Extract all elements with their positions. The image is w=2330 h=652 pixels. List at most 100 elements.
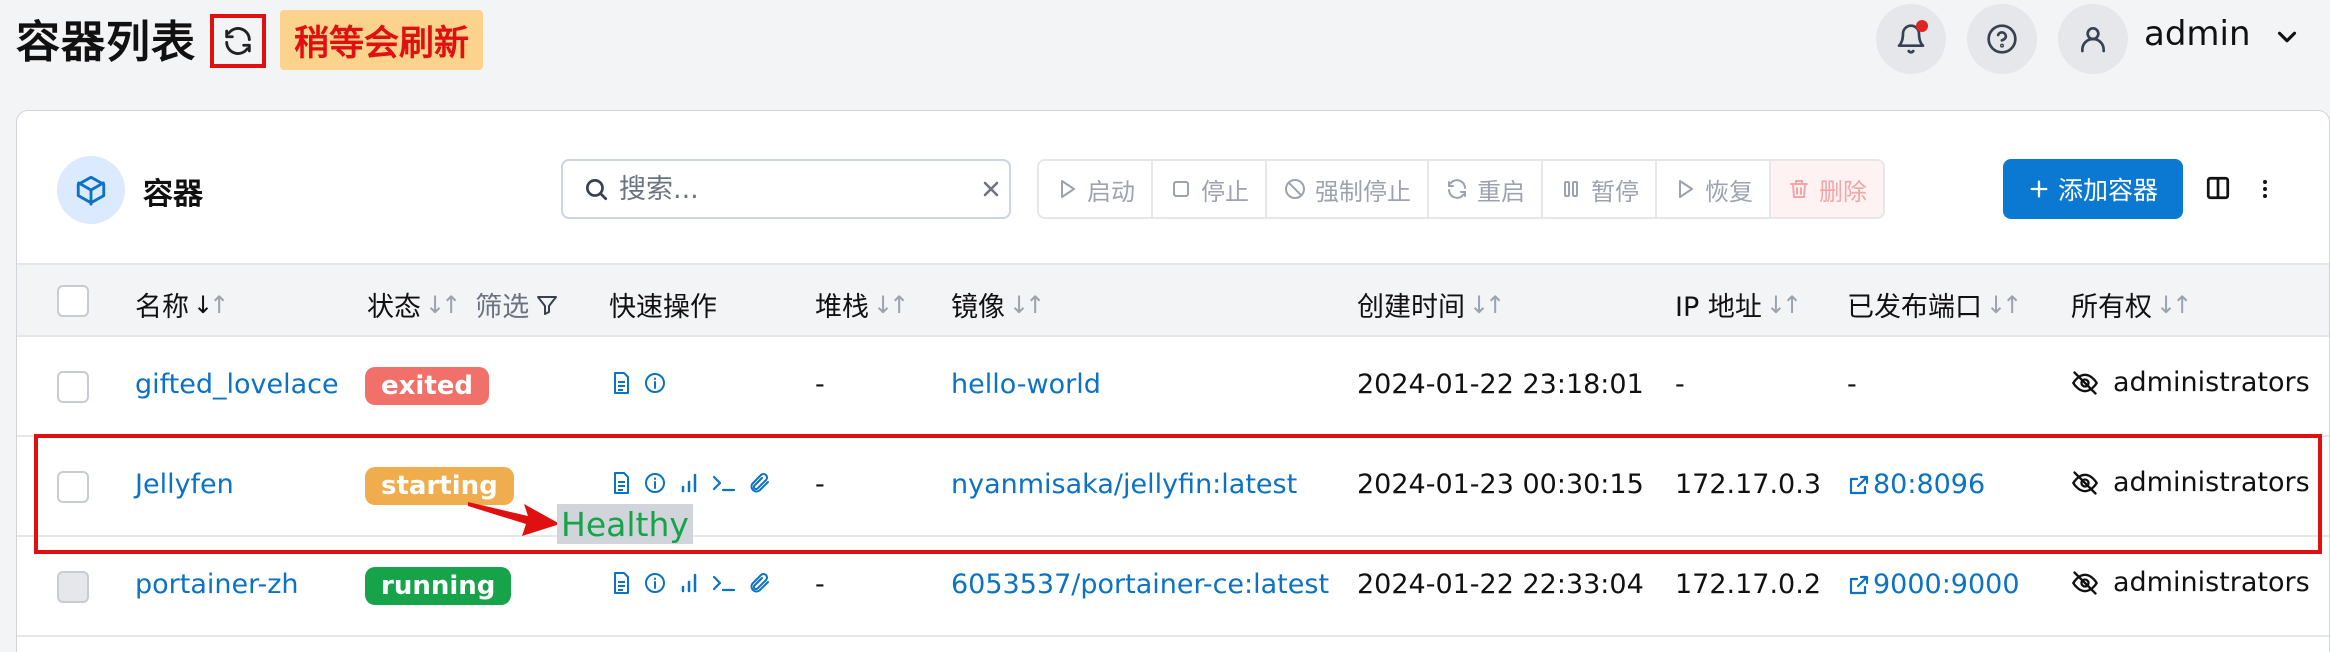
- column-created[interactable]: 创建时间 ↓↑: [1357, 285, 1505, 324]
- pause-button[interactable]: 暂停: [1543, 161, 1657, 217]
- image-link[interactable]: 6053537/portainer-ce:latest: [951, 569, 1329, 600]
- console-icon[interactable]: [711, 471, 737, 495]
- start-label: 启动: [1087, 177, 1135, 206]
- notifications-button[interactable]: [1876, 4, 1946, 74]
- port-link[interactable]: 9000:9000: [1847, 569, 2020, 600]
- stack-value: -: [815, 369, 825, 400]
- quick-actions: [609, 471, 771, 495]
- ip-value: -: [1675, 369, 1685, 400]
- user-name[interactable]: admin: [2144, 14, 2251, 54]
- row-checkbox[interactable]: [57, 471, 89, 503]
- search-icon: [585, 178, 608, 201]
- ip-value: 172.17.0.3: [1675, 469, 1821, 500]
- ports-value: -: [1847, 369, 1857, 400]
- page-title: 容器列表: [16, 17, 196, 68]
- filter-label: 筛选: [475, 292, 530, 323]
- quick-actions: [609, 571, 771, 595]
- image-link[interactable]: nyanmisaka/jellyfin:latest: [951, 469, 1297, 500]
- container-name-link[interactable]: gifted_lovelace: [135, 369, 339, 400]
- container-name-link[interactable]: Jellyfen: [135, 469, 234, 500]
- image-link[interactable]: hello-world: [951, 369, 1101, 400]
- help-button[interactable]: [1967, 4, 2037, 74]
- column-ownership[interactable]: 所有权 ↓↑: [2071, 285, 2192, 324]
- search-box[interactable]: [561, 159, 1011, 219]
- refresh-button[interactable]: [210, 14, 266, 68]
- columns-icon[interactable]: [2205, 175, 2231, 201]
- user-avatar-button[interactable]: [2058, 4, 2128, 74]
- logs-icon[interactable]: [609, 371, 633, 395]
- pause-label: 暂停: [1591, 177, 1639, 206]
- external-link-icon: [1849, 575, 1869, 594]
- ownership-cell: administrators: [2071, 567, 2310, 598]
- column-stack-label: 堆栈: [815, 292, 869, 323]
- table-row: gifted_lovelace exited - hello-world 202…: [17, 337, 2329, 437]
- card-title: 容器: [143, 177, 203, 212]
- stats-icon[interactable]: [677, 471, 701, 495]
- logs-icon[interactable]: [609, 471, 633, 495]
- delete-button[interactable]: 删除: [1771, 161, 1883, 217]
- notification-dot: [1916, 20, 1928, 32]
- ownership-cell: administrators: [2071, 467, 2310, 498]
- play-icon: [1061, 180, 1075, 198]
- attach-icon[interactable]: [747, 471, 771, 495]
- stats-icon[interactable]: [677, 571, 701, 595]
- more-options-icon[interactable]: [2253, 177, 2277, 201]
- stack-value: -: [815, 469, 825, 500]
- search-input[interactable]: [619, 173, 949, 205]
- restart-button[interactable]: 重启: [1429, 161, 1543, 217]
- stop-button[interactable]: 停止: [1153, 161, 1267, 217]
- column-ip-label: IP 地址: [1675, 292, 1762, 323]
- column-stack[interactable]: 堆栈 ↓↑: [815, 285, 909, 324]
- eye-off-icon: [2071, 370, 2099, 395]
- resume-icon: [1679, 180, 1693, 198]
- info-icon[interactable]: [643, 471, 667, 495]
- column-image-label: 镜像: [951, 292, 1005, 323]
- column-name-label: 名称: [135, 292, 189, 323]
- red-arrow-icon: [468, 502, 560, 536]
- column-quick-label: 快速操作: [609, 292, 717, 323]
- info-icon[interactable]: [643, 371, 667, 395]
- force-stop-button[interactable]: 强制停止: [1267, 161, 1429, 217]
- table-row: Jellyfen starting - nyanmisaka/jellyfin:…: [17, 437, 2329, 537]
- clear-search-icon[interactable]: [979, 177, 1003, 201]
- quick-actions: [609, 371, 667, 395]
- restart-label: 重启: [1477, 177, 1525, 206]
- add-container-button[interactable]: 添加容器: [2003, 159, 2183, 219]
- row-checkbox[interactable]: [57, 371, 89, 403]
- table-header: 名称 ↓↑ 状态 ↓↑ 筛选 快速操作 堆栈 ↓↑ 镜像 ↓↑ 创建时间 ↓↑ IP 地址…: [17, 263, 2329, 337]
- container-actions: 启动 停止 强制停止 重启 暂停 恢复 删除: [1037, 159, 1885, 219]
- created-value: 2024-01-22 23:18:01: [1357, 369, 1644, 400]
- row-checkbox[interactable]: [57, 571, 89, 603]
- info-icon[interactable]: [643, 571, 667, 595]
- ownership-value: administrators: [2113, 567, 2310, 598]
- created-value: 2024-01-22 22:33:04: [1357, 569, 1644, 600]
- container-box-icon: [57, 156, 125, 224]
- port-link[interactable]: 80:8096: [1847, 469, 1985, 500]
- column-ownership-label: 所有权: [2071, 292, 2152, 323]
- filter-button[interactable]: 筛选: [475, 285, 559, 324]
- column-quick-actions: 快速操作: [609, 285, 717, 324]
- column-state[interactable]: 状态 ↓↑ 筛选: [367, 285, 559, 324]
- resume-button[interactable]: 恢复: [1657, 161, 1771, 217]
- ports-value: 80:8096: [1873, 469, 1986, 500]
- attach-icon[interactable]: [747, 571, 771, 595]
- start-button[interactable]: 启动: [1039, 161, 1153, 217]
- containers-card: 容器 启动 停止 强制停止 重启 暂停 恢复: [16, 110, 2330, 652]
- select-all-checkbox[interactable]: [57, 285, 89, 317]
- column-name[interactable]: 名称 ↓↑: [135, 285, 229, 324]
- column-ports-label: 已发布端口: [1847, 292, 1982, 323]
- column-image[interactable]: 镜像 ↓↑: [951, 285, 1045, 324]
- console-icon[interactable]: [711, 571, 737, 595]
- logs-icon[interactable]: [609, 571, 633, 595]
- column-ip[interactable]: IP 地址 ↓↑: [1675, 285, 1802, 324]
- user-icon: [2081, 27, 2105, 53]
- column-ports[interactable]: 已发布端口 ↓↑: [1847, 285, 2022, 324]
- ban-icon: [1285, 179, 1305, 199]
- chevron-down-icon[interactable]: [2272, 22, 2302, 52]
- container-name-link[interactable]: portainer-zh: [135, 569, 299, 600]
- ownership-cell: administrators: [2071, 367, 2310, 398]
- stop-label: 停止: [1201, 177, 1249, 206]
- help-icon: [1987, 24, 2017, 54]
- plus-icon: [2030, 180, 2048, 198]
- ownership-value: administrators: [2113, 467, 2310, 498]
